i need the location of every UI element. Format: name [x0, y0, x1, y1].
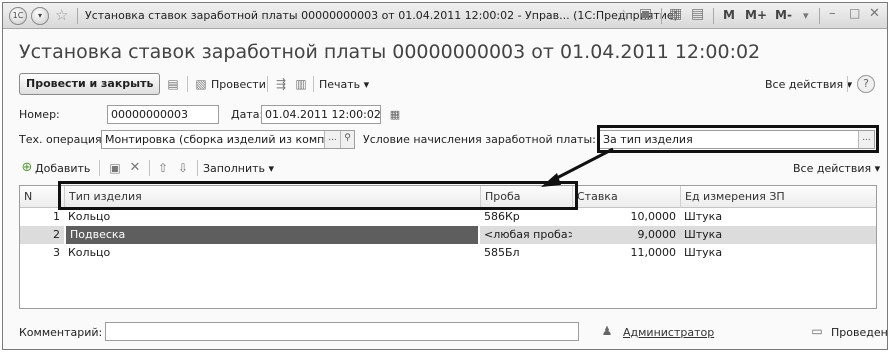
table-row[interactable]: 3 Кольцо 585Бл 11,0000 Штука	[20, 244, 876, 262]
cell-rate[interactable]: 9,0000	[572, 226, 680, 244]
table-row[interactable]: 2 Подвеска <любая проба> 9,0000 Штука	[20, 226, 876, 244]
title-separator	[713, 8, 714, 24]
calendar-icon[interactable]: ▦	[387, 107, 403, 123]
cell-rate[interactable]: 11,0000	[572, 244, 680, 262]
add-icon[interactable]: ⊕	[19, 160, 35, 176]
toolbar-separator	[847, 76, 848, 92]
author-link[interactable]: Администратор	[623, 326, 714, 339]
select-button[interactable]: ...	[324, 131, 340, 148]
copy-icon[interactable]: ▣	[107, 160, 123, 176]
minimize-icon[interactable]: –	[829, 6, 836, 21]
close-icon[interactable]: ✕	[869, 6, 880, 21]
title-separator	[819, 8, 820, 24]
move-down-icon[interactable]: ⇩	[175, 160, 191, 176]
row-number: 3	[53, 246, 60, 259]
memory-m-minus-button[interactable]: M-	[775, 8, 792, 22]
print-menu[interactable]: Печать ▾	[319, 78, 369, 91]
cell-unit[interactable]: Штука	[680, 208, 876, 226]
table-all-actions-menu[interactable]: Все действия ▾	[793, 162, 880, 175]
app-logo-icon[interactable]: 1С	[9, 7, 27, 25]
toolbar-separator	[313, 76, 314, 92]
cell-type[interactable]: Кольцо	[64, 208, 480, 226]
toolbar-separator	[197, 160, 198, 176]
callout-frame-condition	[597, 125, 879, 153]
date-field[interactable]: 01.04.2011 12:00:02	[261, 105, 381, 124]
title-separator	[77, 8, 78, 24]
post-icon[interactable]: ▧	[193, 76, 209, 92]
callout-arrow	[541, 147, 614, 187]
toolbar-separator	[187, 76, 188, 92]
cell-unit[interactable]: Штука	[680, 244, 876, 262]
row-number: 1	[53, 210, 60, 223]
post-and-close-button[interactable]: Провести и закрыть	[19, 73, 161, 95]
number-field[interactable]: 00000000003	[107, 105, 219, 124]
window-title: Установка ставок заработной платы 000000…	[85, 9, 678, 22]
row-number: 2	[20, 226, 64, 244]
toolbar-separator	[99, 160, 100, 176]
structure-icon[interactable]: ⇶	[273, 76, 289, 92]
operation-label: Тех. операция:	[19, 133, 106, 146]
user-icon: ♟	[601, 324, 613, 338]
save-icon[interactable]: ▤	[165, 76, 181, 92]
date-value: 01.04.2011 12:00:02	[265, 108, 381, 121]
search-icon[interactable]: ⚲	[340, 131, 354, 148]
help-button[interactable]: ?	[857, 75, 875, 93]
cell-proba[interactable]: 585Бл	[480, 244, 572, 262]
memory-m-plus-button[interactable]: M+	[745, 8, 767, 22]
comment-label: Комментарий:	[19, 326, 103, 339]
post-button[interactable]: Провести	[211, 78, 266, 91]
status-text: Проведен	[831, 326, 888, 339]
callout-frame-columns	[58, 181, 578, 210]
cell-rate[interactable]: 10,0000	[572, 208, 680, 226]
cell-type[interactable]: Подвеска	[66, 226, 478, 244]
date-label: Дата:	[231, 108, 264, 121]
all-actions-menu[interactable]: Все действия ▾	[765, 78, 852, 91]
cell-proba[interactable]: 586Кр	[480, 208, 572, 226]
operation-field[interactable]: Монтировка (сборка изделий из комплектую…	[101, 130, 355, 149]
number-label: Номер:	[19, 108, 60, 121]
menu-arrow-icon[interactable]: ▾	[31, 7, 49, 25]
title-bar: 1С ▾ ☆ Установка ставок заработной платы…	[3, 3, 887, 29]
page-title: Установка ставок заработной платы 000000…	[19, 41, 761, 63]
memory-m-button[interactable]: M	[723, 8, 735, 22]
history-icon[interactable]: ▣	[639, 6, 652, 22]
fill-menu[interactable]: Заполнить ▾	[203, 162, 274, 175]
move-up-icon[interactable]: ⇧	[155, 160, 171, 176]
cell-unit[interactable]: Штука	[680, 226, 876, 244]
favorite-star-icon[interactable]: ☆	[617, 6, 630, 24]
add-button[interactable]: Добавить	[35, 162, 90, 175]
table-row[interactable]: 1 Кольцо 586Кр 10,0000 Штука	[20, 208, 876, 226]
document-window: 1С ▾ ☆ Установка ставок заработной платы…	[2, 2, 888, 350]
toolbar-separator	[149, 160, 150, 176]
delete-icon[interactable]: ✕	[127, 160, 143, 176]
toolbar-separator	[267, 76, 268, 92]
report-icon[interactable]: ▥	[293, 76, 309, 92]
title-separator	[661, 8, 662, 24]
favorite-star-icon[interactable]: ☆	[55, 6, 68, 24]
cell-proba[interactable]: <любая проба>	[480, 226, 572, 244]
calculator-icon[interactable]: ▦	[669, 6, 682, 22]
comment-field[interactable]	[105, 322, 579, 341]
column-header-unit[interactable]: Ед измерения ЗП	[680, 186, 876, 208]
status-icon: ▭	[811, 324, 823, 338]
maximize-icon[interactable]: □	[849, 6, 860, 20]
cell-type[interactable]: Кольцо	[64, 244, 480, 262]
calendar-icon[interactable]: ▤	[691, 6, 704, 22]
dropdown-icon[interactable]: ▾	[803, 9, 809, 22]
operation-value: Монтировка (сборка изделий из комплектую…	[105, 133, 355, 146]
